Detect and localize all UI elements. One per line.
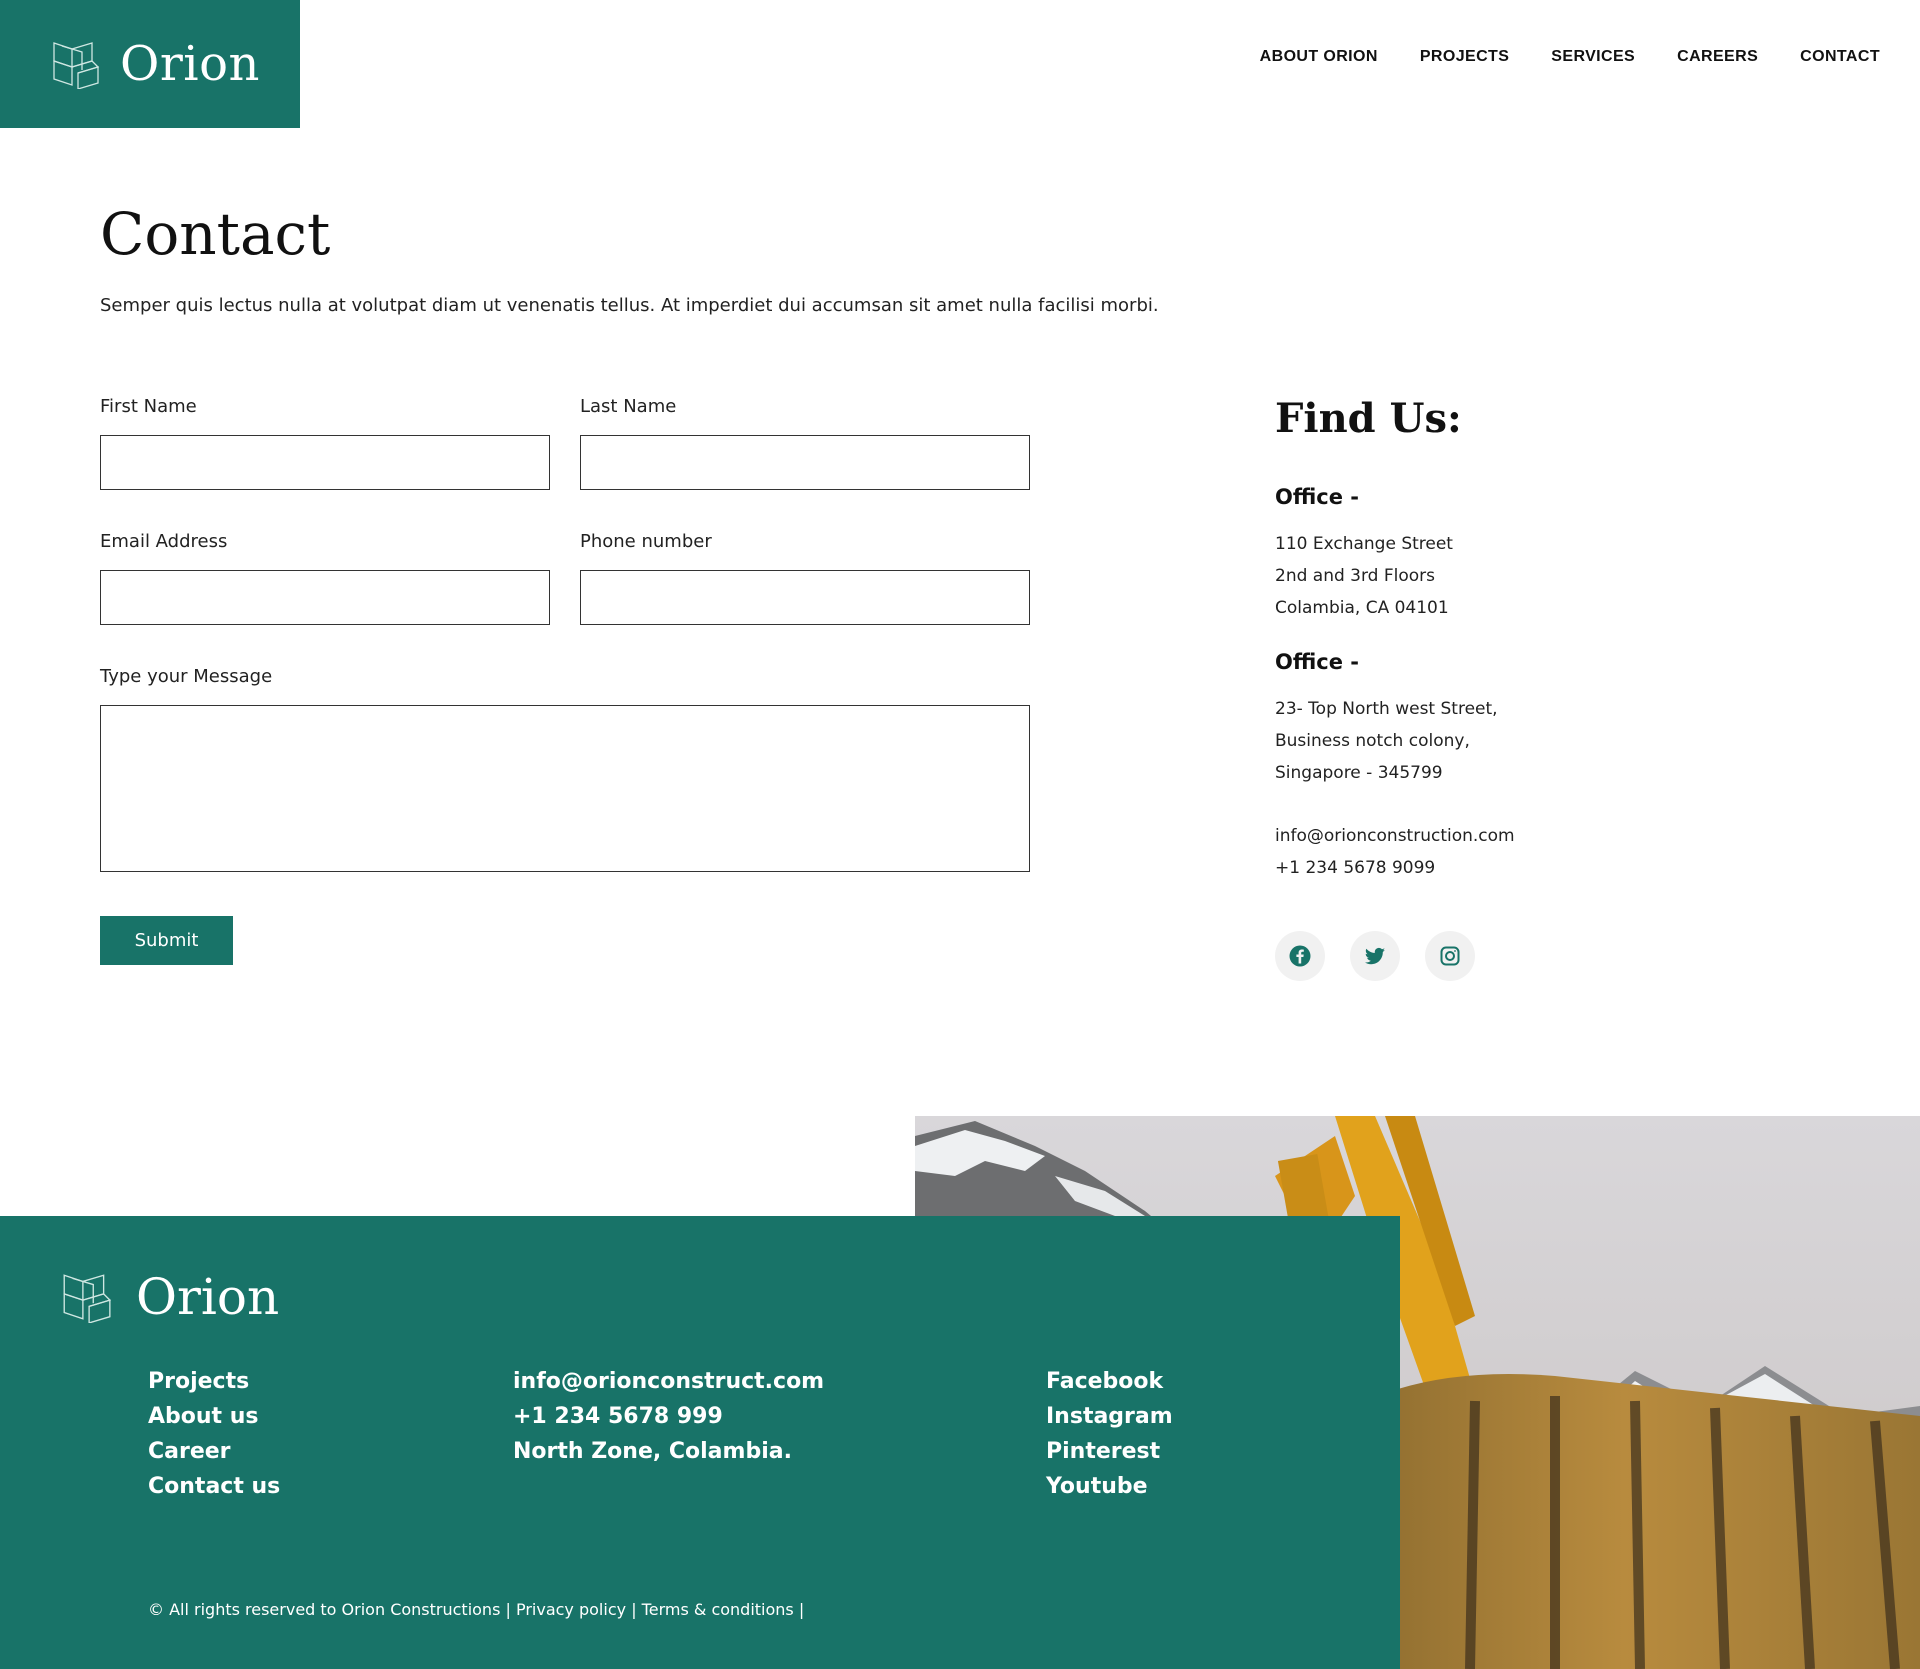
footer-links: Projects About us Career Contact us: [148, 1364, 280, 1504]
footer-logo-text: Orion: [136, 1268, 280, 1326]
header-logo[interactable]: Orion: [0, 0, 300, 128]
office-address-line: Singapore - 345799: [1275, 763, 1443, 783]
office-heading: Office -: [1275, 485, 1359, 509]
find-us-email-link[interactable]: info@orionconstruction.com: [1275, 826, 1515, 846]
footer-link-career[interactable]: Career: [148, 1434, 280, 1469]
nav-projects[interactable]: PROJECTS: [1420, 48, 1509, 66]
footer-phone-link[interactable]: +1 234 5678 999: [513, 1399, 824, 1434]
phone-input[interactable]: [580, 570, 1030, 625]
office-address-line: 110 Exchange Street: [1275, 534, 1453, 554]
footer-link-contact-us[interactable]: Contact us: [148, 1469, 280, 1504]
last-name-input[interactable]: [580, 435, 1030, 490]
find-us-phone-link[interactable]: +1 234 5678 9099: [1275, 858, 1435, 878]
first-name-label: First Name: [100, 396, 197, 417]
footer-contact: info@orionconstruct.com +1 234 5678 999 …: [513, 1364, 824, 1469]
orion-logo-icon: [53, 42, 100, 89]
office-address-line: Business notch colony,: [1275, 731, 1470, 751]
footer-legal: © All rights reserved to Orion Construct…: [148, 1600, 804, 1619]
copyright-text: © All rights reserved to Orion Construct…: [148, 1600, 511, 1619]
footer-email-link[interactable]: info@orionconstruct.com: [513, 1364, 824, 1399]
orion-logo-icon: [63, 1274, 112, 1323]
first-name-input[interactable]: [100, 435, 550, 490]
page-subtitle: Semper quis lectus nulla at volutpat dia…: [100, 295, 1159, 316]
twitter-button[interactable]: [1350, 931, 1400, 981]
legal-separator: |: [631, 1600, 637, 1619]
footer-address: North Zone, Colambia.: [513, 1439, 792, 1464]
nav-contact[interactable]: CONTACT: [1800, 48, 1880, 66]
message-label: Type your Message: [100, 666, 273, 687]
find-us-title: Find Us:: [1275, 395, 1462, 442]
instagram-button[interactable]: [1425, 931, 1475, 981]
nav-services[interactable]: SERVICES: [1551, 48, 1635, 66]
nav-about-orion[interactable]: ABOUT ORION: [1260, 48, 1378, 66]
nav-careers[interactable]: CAREERS: [1677, 48, 1758, 66]
last-name-label: Last Name: [580, 396, 677, 417]
footer: Orion Projects About us Career Contact u…: [0, 1216, 1400, 1669]
email-label: Email Address: [100, 531, 228, 552]
terms-link[interactable]: Terms & conditions: [642, 1600, 794, 1619]
footer-link-facebook[interactable]: Facebook: [1046, 1364, 1173, 1399]
footer-logo[interactable]: Orion: [58, 1268, 279, 1326]
twitter-icon: [1364, 947, 1385, 965]
submit-button[interactable]: Submit: [100, 916, 233, 965]
message-textarea[interactable]: [100, 705, 1030, 872]
footer-link-instagram[interactable]: Instagram: [1046, 1399, 1173, 1434]
main-nav: ABOUT ORION PROJECTS SERVICES CAREERS CO…: [1260, 48, 1880, 66]
legal-separator: |: [798, 1600, 805, 1619]
facebook-icon: [1289, 945, 1311, 967]
footer-link-about-us[interactable]: About us: [148, 1399, 280, 1434]
footer-social: Facebook Instagram Pinterest Youtube: [1046, 1364, 1173, 1504]
phone-label: Phone number: [580, 531, 712, 552]
footer-link-pinterest[interactable]: Pinterest: [1046, 1434, 1173, 1469]
office-heading: Office -: [1275, 650, 1359, 674]
office-address-line: Colambia, CA 04101: [1275, 598, 1449, 618]
office-address-line: 2nd and 3rd Floors: [1275, 566, 1436, 586]
page-title: Contact: [100, 200, 331, 268]
instagram-icon: [1440, 946, 1460, 966]
office-address-line: 23- Top North west Street,: [1275, 699, 1498, 719]
footer-link-projects[interactable]: Projects: [148, 1364, 280, 1399]
facebook-button[interactable]: [1275, 931, 1325, 981]
privacy-policy-link[interactable]: Privacy policy: [516, 1600, 626, 1619]
footer-link-youtube[interactable]: Youtube: [1046, 1469, 1173, 1504]
email-input[interactable]: [100, 570, 550, 625]
logo-text: Orion: [120, 36, 260, 92]
